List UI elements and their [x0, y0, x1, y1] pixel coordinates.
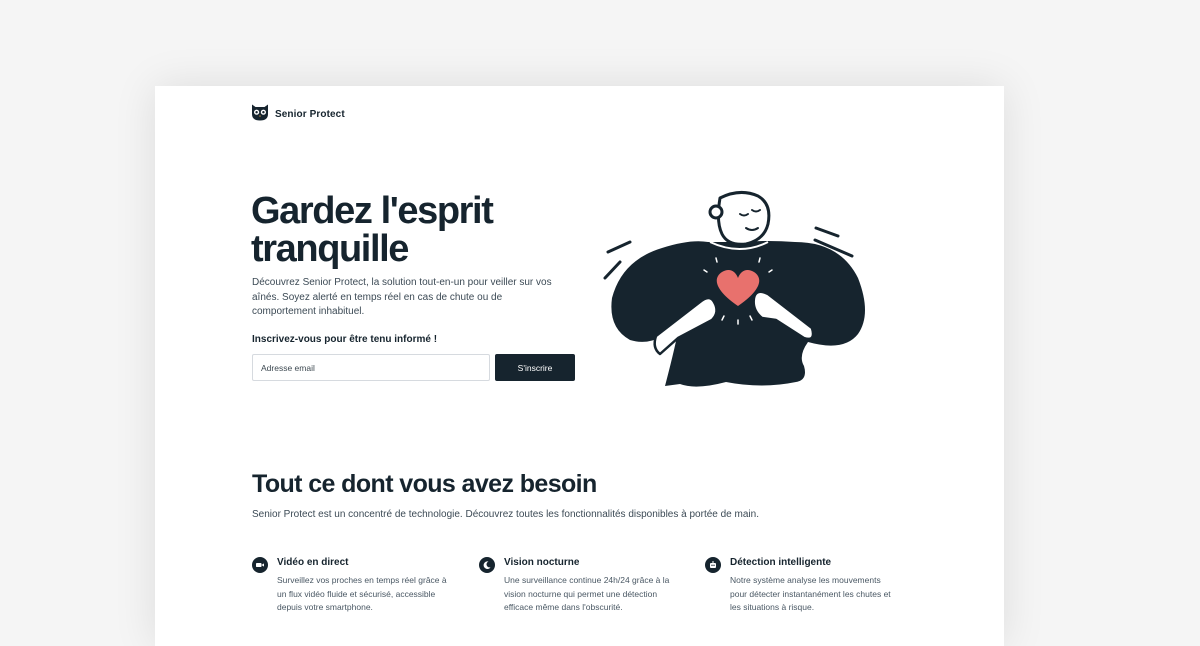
- owl-icon: [251, 103, 269, 126]
- features-subtitle: Senior Protect est un concentré de techn…: [252, 509, 759, 520]
- feature-title: Vision nocturne: [504, 557, 580, 568]
- moon-icon: [479, 557, 495, 573]
- brand[interactable]: Senior Protect: [251, 103, 345, 126]
- feature-description: Notre système analyse les mouvements pou…: [730, 575, 891, 612]
- robot-icon: [705, 557, 721, 573]
- features-title: Tout ce dont vous avez besoin: [252, 470, 597, 498]
- hero-title: Gardez l'esprit tranquille: [251, 190, 494, 270]
- feature-description: Une surveillance continue 24h/24 grâce à…: [504, 575, 670, 612]
- feature-title: Détection intelligente: [730, 557, 832, 568]
- landing-page-card: Senior Protect Gardez l'esprit tranquill…: [155, 86, 1004, 646]
- hero-description: Découvrez Senior Protect, la solution to…: [252, 277, 552, 317]
- signup-button[interactable]: S'inscrire: [495, 354, 575, 381]
- feature-description: Surveillez vos proches en temps réel grâ…: [277, 575, 447, 612]
- brand-name: Senior Protect: [275, 109, 345, 120]
- email-input[interactable]: [252, 354, 490, 381]
- person-heart-illustration: [600, 190, 875, 390]
- video-camera-icon: [252, 557, 268, 573]
- signup-label: Inscrivez-vous pour être tenu informé !: [252, 334, 438, 345]
- feature-title: Vidéo en direct: [277, 557, 349, 568]
